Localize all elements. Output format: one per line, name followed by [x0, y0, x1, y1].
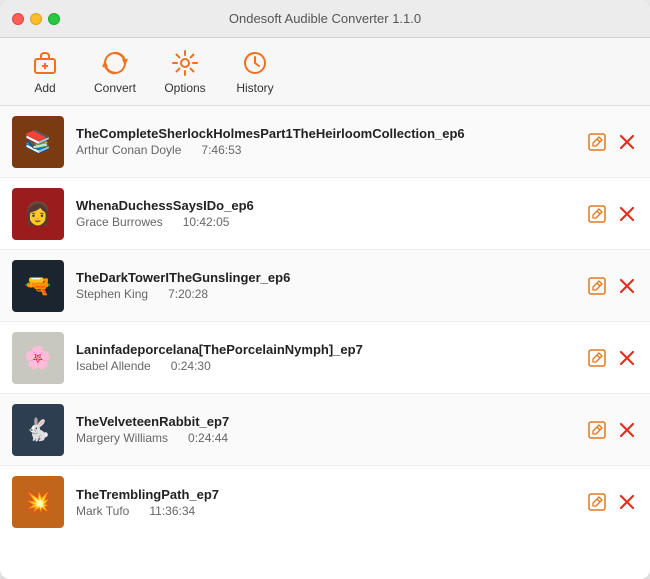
item-duration: 10:42:05 [183, 215, 230, 229]
item-actions [586, 131, 638, 153]
list-item: 🔫 TheDarkTowerITheGunslinger_ep6 Stephen… [0, 250, 650, 322]
edit-button[interactable] [586, 203, 608, 225]
delete-button[interactable] [616, 131, 638, 153]
list-item: 🐇 TheVelveteenRabbit_ep7 Margery William… [0, 394, 650, 466]
edit-button[interactable] [586, 275, 608, 297]
item-author: Isabel Allende [76, 359, 151, 373]
item-title: TheDarkTowerITheGunslinger_ep6 [76, 270, 574, 285]
edit-button[interactable] [586, 347, 608, 369]
item-info: TheVelveteenRabbit_ep7 Margery Williams … [76, 414, 574, 445]
convert-icon [101, 49, 129, 77]
convert-button[interactable]: Convert [80, 44, 150, 100]
content-list: 📚 TheCompleteSherlockHolmesPart1TheHeirl… [0, 106, 650, 579]
thumbnail-emoji: 🔫 [12, 260, 64, 312]
minimize-button[interactable] [30, 13, 42, 25]
item-title: TheTremblingPath_ep7 [76, 487, 574, 502]
add-label: Add [34, 81, 55, 95]
thumbnail-emoji: 💥 [12, 476, 64, 528]
item-meta: Mark Tufo 11:36:34 [76, 504, 574, 518]
delete-button[interactable] [616, 347, 638, 369]
options-button[interactable]: Options [150, 44, 220, 100]
item-author: Mark Tufo [76, 504, 129, 518]
item-author: Margery Williams [76, 431, 168, 445]
delete-button[interactable] [616, 491, 638, 513]
item-meta: Isabel Allende 0:24:30 [76, 359, 574, 373]
item-title: WhenaDuchessSaysIDo_ep6 [76, 198, 574, 213]
close-button[interactable] [12, 13, 24, 25]
toolbar: Add Convert Opt [0, 38, 650, 106]
item-info: TheTremblingPath_ep7 Mark Tufo 11:36:34 [76, 487, 574, 518]
delete-button[interactable] [616, 203, 638, 225]
list-item: 🌸 Laninfadeporcelana[ThePorcelainNymph]_… [0, 322, 650, 394]
item-meta: Grace Burrowes 10:42:05 [76, 215, 574, 229]
item-info: TheDarkTowerITheGunslinger_ep6 Stephen K… [76, 270, 574, 301]
item-actions [586, 419, 638, 441]
item-duration: 0:24:30 [171, 359, 211, 373]
add-button[interactable]: Add [10, 44, 80, 100]
history-icon [241, 49, 269, 77]
app-window: Ondesoft Audible Converter 1.1.0 Add [0, 0, 650, 579]
thumbnail-emoji: 👩 [12, 188, 64, 240]
options-label: Options [164, 81, 205, 95]
item-title: TheVelveteenRabbit_ep7 [76, 414, 574, 429]
item-duration: 0:24:44 [188, 431, 228, 445]
delete-button[interactable] [616, 419, 638, 441]
options-icon [171, 49, 199, 77]
item-actions [586, 203, 638, 225]
delete-button[interactable] [616, 275, 638, 297]
item-thumbnail: 🔫 [12, 260, 64, 312]
add-icon [31, 49, 59, 77]
history-label: History [236, 81, 273, 95]
item-thumbnail: 📚 [12, 116, 64, 168]
item-meta: Stephen King 7:20:28 [76, 287, 574, 301]
item-duration: 11:36:34 [149, 504, 195, 518]
item-info: Laninfadeporcelana[ThePorcelainNymph]_ep… [76, 342, 574, 373]
item-duration: 7:46:53 [201, 143, 241, 157]
list-item: 📚 TheCompleteSherlockHolmesPart1TheHeirl… [0, 106, 650, 178]
item-info: WhenaDuchessSaysIDo_ep6 Grace Burrowes 1… [76, 198, 574, 229]
item-actions [586, 347, 638, 369]
item-thumbnail: 💥 [12, 476, 64, 528]
item-title: TheCompleteSherlockHolmesPart1TheHeirloo… [76, 126, 574, 141]
item-author: Arthur Conan Doyle [76, 143, 181, 157]
list-item: 💥 TheTremblingPath_ep7 Mark Tufo 11:36:3… [0, 466, 650, 538]
item-actions [586, 275, 638, 297]
item-duration: 7:20:28 [168, 287, 208, 301]
item-actions [586, 491, 638, 513]
title-bar: Ondesoft Audible Converter 1.1.0 [0, 0, 650, 38]
traffic-lights [12, 13, 60, 25]
edit-button[interactable] [586, 131, 608, 153]
edit-button[interactable] [586, 419, 608, 441]
edit-button[interactable] [586, 491, 608, 513]
maximize-button[interactable] [48, 13, 60, 25]
item-author: Grace Burrowes [76, 215, 163, 229]
item-thumbnail: 👩 [12, 188, 64, 240]
item-meta: Margery Williams 0:24:44 [76, 431, 574, 445]
item-thumbnail: 🐇 [12, 404, 64, 456]
thumbnail-emoji: 🌸 [12, 332, 64, 384]
convert-label: Convert [94, 81, 136, 95]
window-title: Ondesoft Audible Converter 1.1.0 [229, 11, 421, 26]
thumbnail-emoji: 📚 [12, 116, 64, 168]
item-title: Laninfadeporcelana[ThePorcelainNymph]_ep… [76, 342, 574, 357]
list-item: 👩 WhenaDuchessSaysIDo_ep6 Grace Burrowes… [0, 178, 650, 250]
thumbnail-emoji: 🐇 [12, 404, 64, 456]
item-meta: Arthur Conan Doyle 7:46:53 [76, 143, 574, 157]
item-info: TheCompleteSherlockHolmesPart1TheHeirloo… [76, 126, 574, 157]
item-thumbnail: 🌸 [12, 332, 64, 384]
item-author: Stephen King [76, 287, 148, 301]
history-button[interactable]: History [220, 44, 290, 100]
